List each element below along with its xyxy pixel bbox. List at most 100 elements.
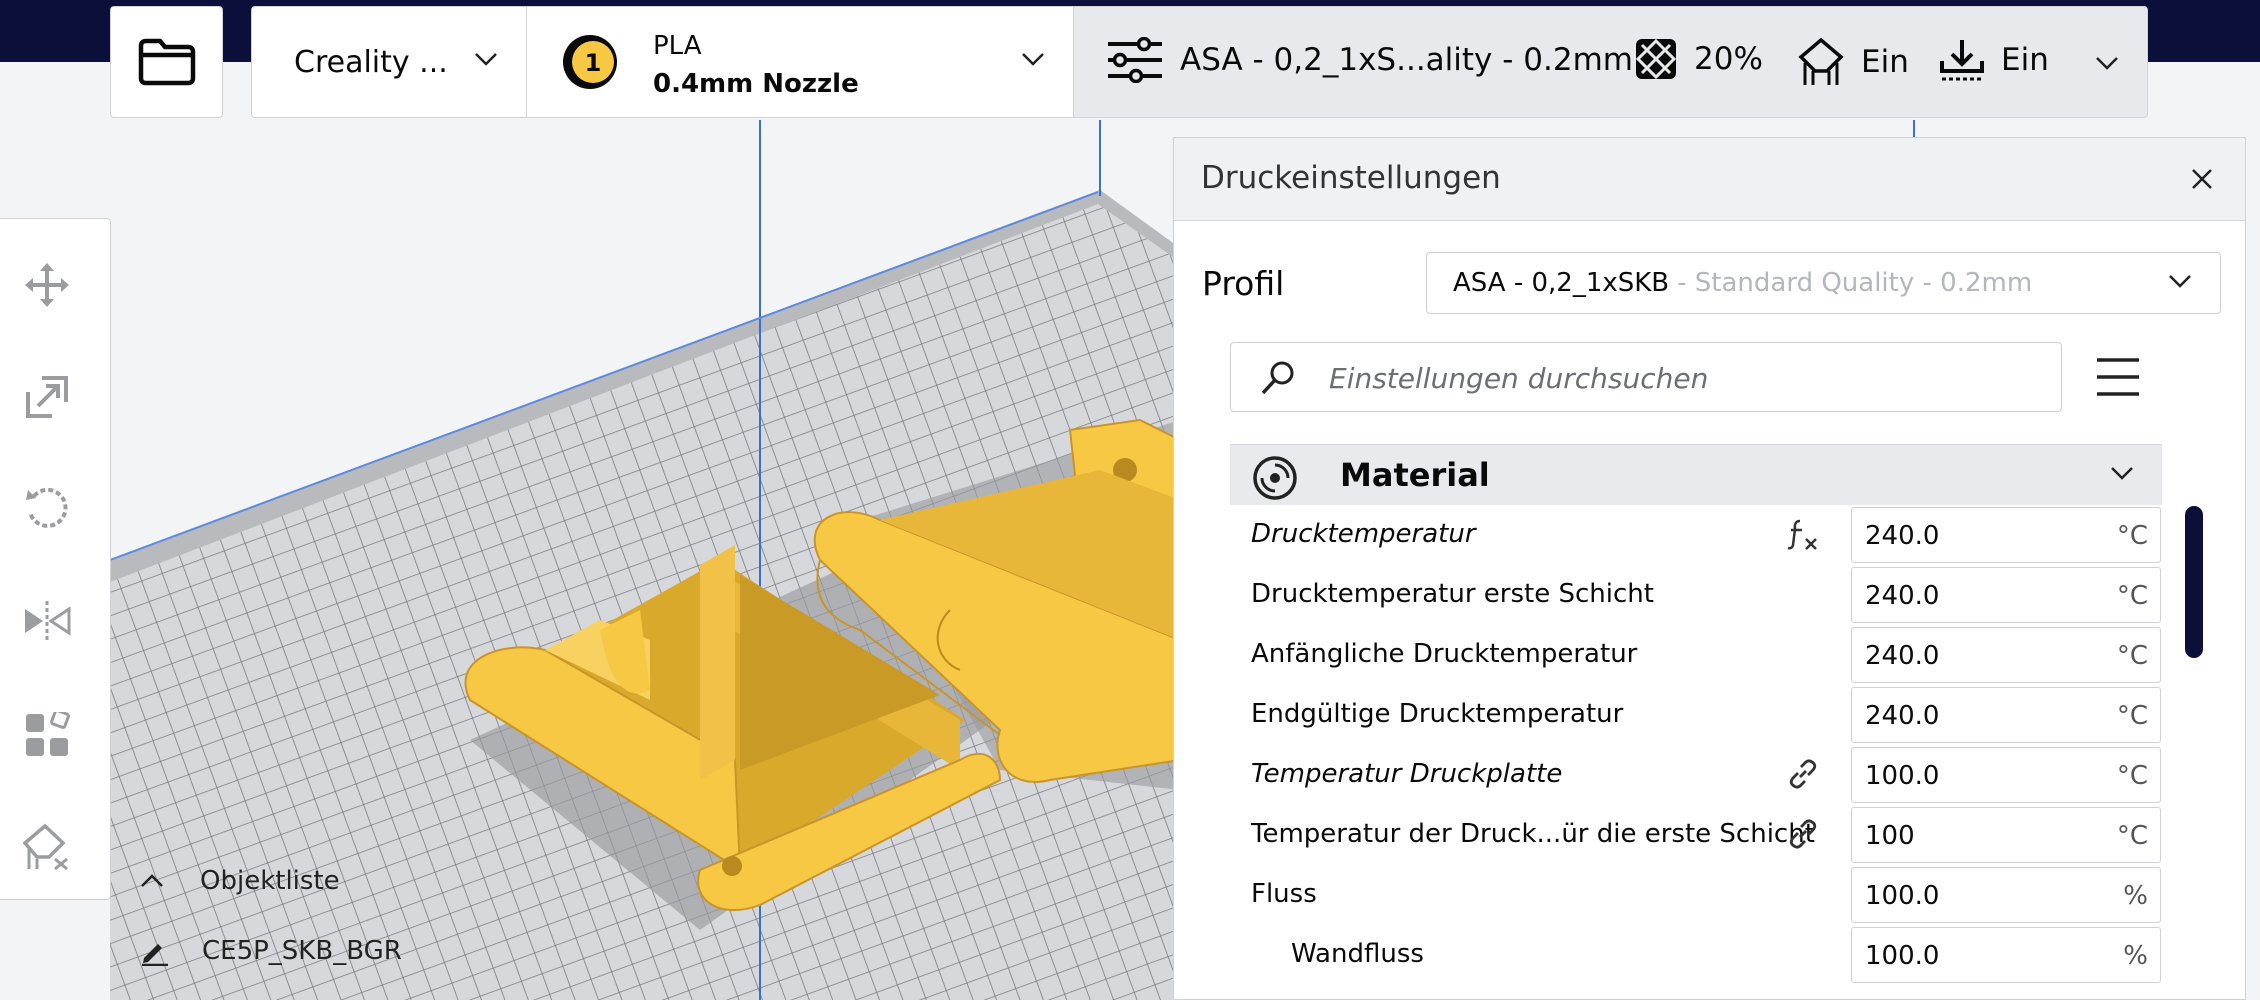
setting-value-field[interactable]: 100.0 °C	[1851, 747, 2161, 803]
settings-search-box	[1230, 342, 2062, 412]
chevron-down-icon	[2111, 467, 2133, 480]
link-icon[interactable]	[1786, 817, 1820, 851]
setting-unit: °C	[2116, 641, 2148, 671]
setting-unit: °C	[2116, 581, 2148, 611]
hamburger-menu-icon[interactable]	[2095, 356, 2141, 398]
profile-detail: - Standard Quality - 0.2mm	[1677, 268, 2033, 298]
setting-value: 240.0	[1865, 581, 1940, 611]
link-icon[interactable]	[1786, 757, 1820, 791]
setting-row-print-temperature-initial-layer: Drucktemperatur erste Schicht 240.0 °C	[1174, 565, 2174, 625]
per-model-settings-tool[interactable]	[19, 707, 75, 763]
sliders-icon	[1108, 37, 1162, 83]
search-icon	[1261, 361, 1294, 395]
setting-value: 100.0	[1865, 761, 1940, 791]
nozzle-size: 0.4mm Nozzle	[653, 69, 859, 99]
profile-summary-label: ASA - 0,2_1xS...ality - 0.2mm	[1180, 42, 1633, 78]
profile-summary: ASA - 0,2_1xS...ality - 0.2mm	[1106, 37, 1633, 83]
scale-icon	[26, 376, 68, 418]
setting-value-field[interactable]: 100.0 %	[1851, 927, 2161, 983]
object-list-toggle[interactable]: Objektliste	[140, 866, 340, 896]
material-name: PLA	[653, 31, 702, 61]
object-name: CE5P_SKB_BGR	[202, 936, 402, 966]
adhesion-icon	[1940, 40, 1984, 81]
setting-label: Anfängliche Drucktemperatur	[1251, 639, 1638, 669]
setting-value: 240.0	[1865, 641, 1940, 671]
tool-panel	[0, 218, 111, 900]
setting-label: Wandfluss	[1291, 939, 1424, 969]
chevron-down-icon	[2096, 57, 2118, 70]
mirror-tool[interactable]	[19, 594, 75, 650]
setting-row-wall-flow: Wandfluss 100.0 %	[1174, 925, 2174, 985]
support-value: Ein	[1861, 44, 1909, 80]
panel-title: Druckeinstellungen	[1201, 160, 1501, 196]
setting-row-build-plate-temperature: Temperatur Druckplatte 100.0 °C	[1174, 745, 2174, 805]
support-summary: Ein	[1797, 37, 1909, 87]
move-icon	[25, 263, 69, 307]
setting-value: 240.0	[1865, 521, 1940, 551]
setting-value-field[interactable]: 240.0 °C	[1851, 507, 2161, 563]
print-settings-summary[interactable]: ASA - 0,2_1xS...ality - 0.2mm 20% Ein Ei…	[1073, 6, 2148, 118]
printer-selector[interactable]: Creality ...	[251, 6, 527, 118]
profile-select[interactable]: ASA - 0,2_1xSKB - Standard Quality - 0.2…	[1426, 252, 2221, 314]
setting-row-print-temperature: Drucktemperatur 240.0 °C	[1174, 505, 2174, 565]
setting-label: Endgültige Drucktemperatur	[1251, 699, 1624, 729]
setting-label: Drucktemperatur	[1251, 519, 1476, 549]
svg-text:1: 1	[585, 49, 602, 77]
adhesion-summary: Ein	[1939, 37, 2049, 83]
setting-row-flow: Fluss 100.0 %	[1174, 865, 2174, 925]
infill-icon	[1635, 38, 1677, 80]
setting-row-final-print-temperature: Endgültige Drucktemperatur 240.0 °C	[1174, 685, 2174, 745]
panel-titlebar: Druckeinstellungen	[1174, 138, 2245, 221]
settings-search-input[interactable]	[1327, 357, 2031, 399]
material-spool-icon	[1253, 456, 1297, 500]
setting-value-field[interactable]: 240.0 °C	[1851, 687, 2161, 743]
scale-tool[interactable]	[19, 369, 75, 425]
setting-value: 100.0	[1865, 881, 1940, 911]
setting-unit: °C	[2116, 821, 2148, 851]
close-icon[interactable]	[2187, 164, 2217, 194]
support-blocker-icon	[23, 823, 68, 871]
per-model-settings-icon	[26, 712, 70, 756]
extruder-badge-icon: 1	[563, 35, 617, 89]
material-selector[interactable]: 1 PLA 0.4mm Nozzle	[526, 6, 1074, 118]
open-file-button[interactable]	[110, 6, 223, 118]
profile-name: ASA - 0,2_1xSKB	[1453, 268, 1670, 298]
rotate-tool[interactable]	[19, 481, 75, 537]
support-icon	[1798, 37, 1844, 85]
setting-value-field[interactable]: 240.0 °C	[1851, 567, 2161, 623]
setting-unit: °C	[2116, 701, 2148, 731]
setting-unit: %	[2123, 941, 2148, 971]
pencil-icon	[142, 944, 168, 966]
category-label: Material	[1340, 456, 1490, 494]
setting-value: 240.0	[1865, 701, 1940, 731]
infill-summary: 20%	[1634, 37, 1763, 81]
setting-label: Temperatur Druckplatte	[1251, 759, 1563, 789]
setting-label: Drucktemperatur erste Schicht	[1251, 579, 1654, 609]
folder-icon	[138, 38, 195, 86]
setting-row-initial-print-temperature: Anfängliche Drucktemperatur 240.0 °C	[1174, 625, 2174, 685]
object-name-field[interactable]: CE5P_SKB_BGR	[140, 936, 402, 966]
printer-name: Creality ...	[294, 44, 448, 80]
setting-value: 100.0	[1865, 941, 1940, 971]
setting-unit: °C	[2116, 761, 2148, 791]
setting-value-field[interactable]: 100 °C	[1851, 807, 2161, 863]
object-list-label: Objektliste	[200, 866, 340, 896]
profile-label: Profil	[1202, 264, 1285, 303]
setting-value-field[interactable]: 100.0 %	[1851, 867, 2161, 923]
setting-unit: %	[2123, 881, 2148, 911]
setting-label: Temperatur der Druck...ür die erste Schi…	[1251, 819, 1815, 849]
adhesion-value: Ein	[2001, 42, 2049, 78]
move-tool[interactable]	[19, 257, 75, 313]
chevron-down-icon	[2169, 275, 2191, 288]
function-icon[interactable]	[1786, 517, 1820, 551]
setting-unit: °C	[2116, 521, 2148, 551]
category-header-material[interactable]: Material	[1230, 444, 2162, 505]
chevron-down-icon	[475, 53, 497, 66]
support-blocker-tool[interactable]	[19, 819, 75, 875]
setting-value-field[interactable]: 240.0 °C	[1851, 627, 2161, 683]
print-settings-panel: Druckeinstellungen Profil ASA - 0,2_1xSK…	[1173, 137, 2246, 1000]
rotate-icon	[26, 487, 68, 528]
setting-label: Fluss	[1251, 879, 1317, 909]
settings-scrollbar-thumb[interactable]	[2185, 506, 2203, 658]
mirror-icon	[25, 601, 71, 643]
